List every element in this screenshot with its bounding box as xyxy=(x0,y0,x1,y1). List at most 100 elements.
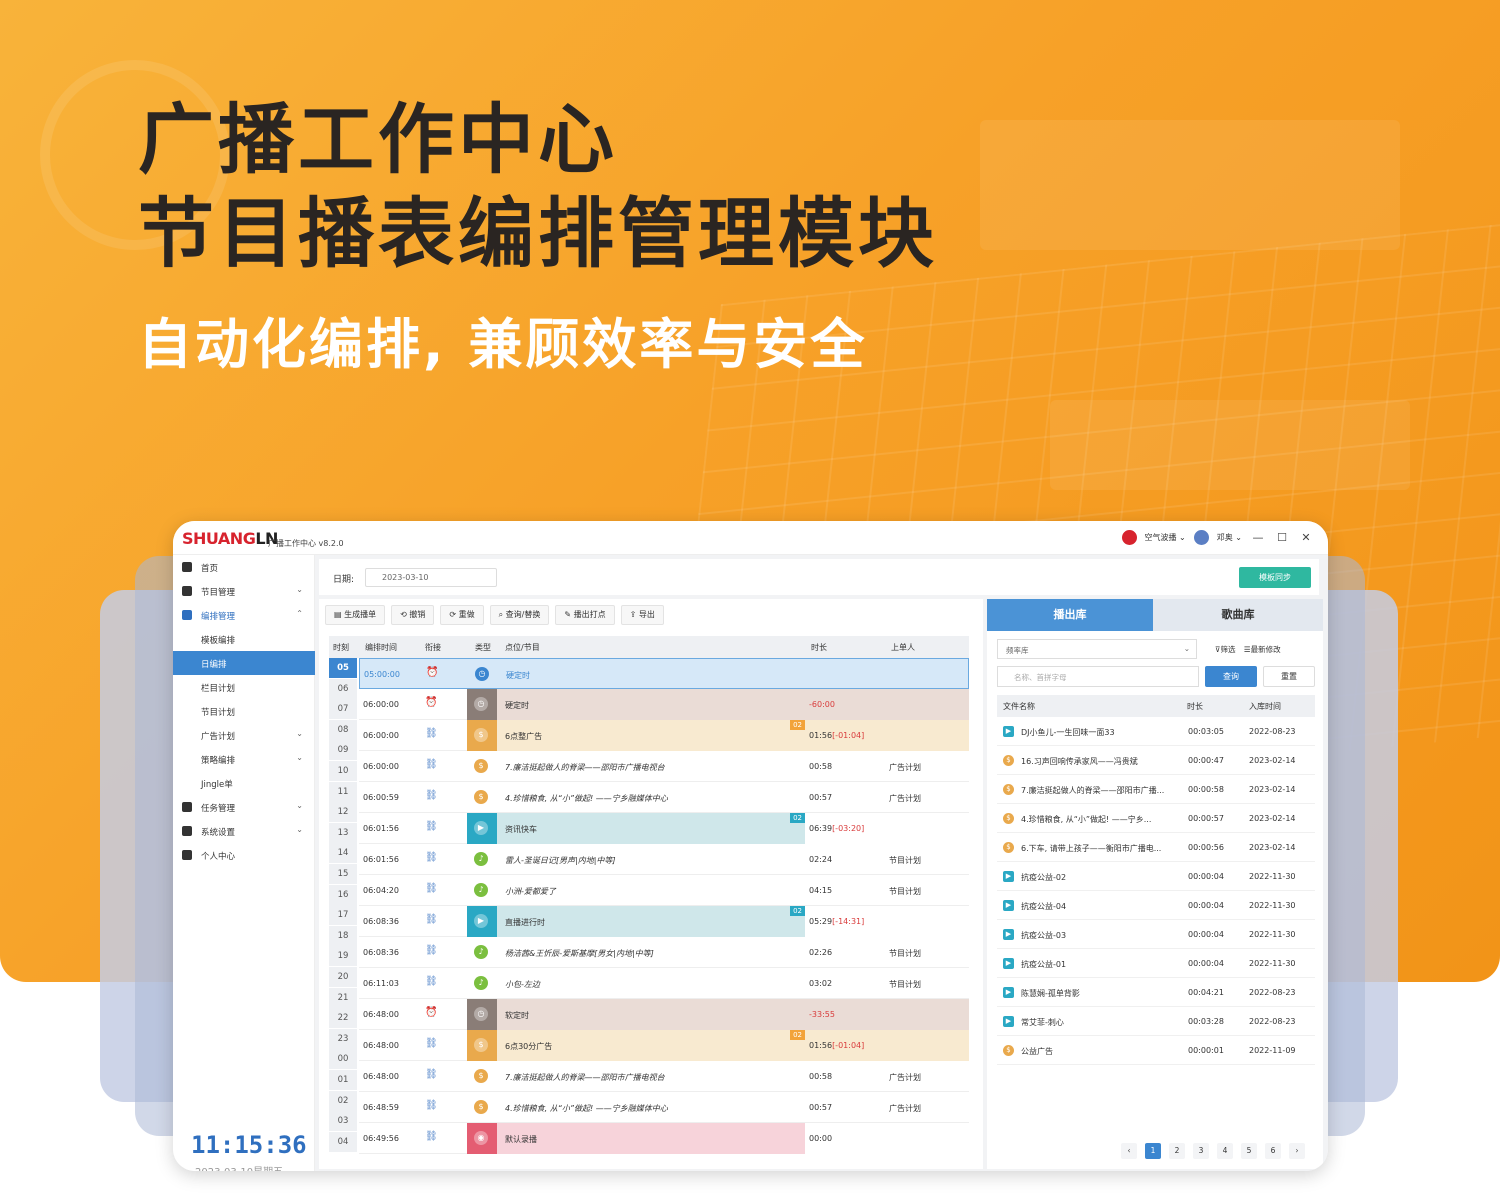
schedule-row[interactable]: 06:01:56 ⛓ ▶ 资讯快车 02 06:39[-03:20] xyxy=(359,813,969,844)
schedule-row[interactable]: 06:01:56 ⛓ ♪ 雷人-圣诞日记[男声|内地|中等] 02:24 节目计划 xyxy=(359,844,969,875)
close-button[interactable]: ✕ xyxy=(1298,531,1314,544)
sidebar-item[interactable]: 模板编排 xyxy=(173,627,315,651)
library-item[interactable]: ▶ DJ小鱼儿-一生回味一面33 00:03:05 2022-08-23 xyxy=(997,717,1315,746)
schedule-row[interactable]: 06:48:00 ⛓ $6点30分广告 02 01:56[-01:04] xyxy=(359,1030,969,1061)
library-search-input[interactable]: 名称、首拼字母 xyxy=(997,666,1199,687)
date-input[interactable]: 2023-03-10 xyxy=(365,568,497,587)
hour-cell[interactable]: 14 xyxy=(329,843,357,864)
maximize-button[interactable]: ☐ xyxy=(1274,531,1290,544)
schedule-row[interactable]: 06:49:56 ⛓ ◉ 默认录播 00:00 xyxy=(359,1123,969,1154)
library-item[interactable]: $ 公益广告 00:00:01 2022-11-09 xyxy=(997,1036,1315,1065)
hour-cell[interactable]: 23 xyxy=(329,1028,357,1049)
page-button[interactable]: 2 xyxy=(1169,1143,1185,1159)
library-item[interactable]: $4.珍惜粮食, 从“小”做起! ——宁乡... 00:00:57 2023-02-… xyxy=(997,804,1315,833)
schedule-row[interactable]: 06:48:00 ⏰ ◷ 软定时 -33:55 xyxy=(359,999,969,1030)
hour-cell[interactable]: 12 xyxy=(329,802,357,823)
hour-cell[interactable]: 08 xyxy=(329,719,357,740)
query-button[interactable]: 查询 xyxy=(1205,666,1257,687)
alarm-icon[interactable]: ⏰ xyxy=(426,667,438,679)
page-button[interactable]: 3 xyxy=(1193,1143,1209,1159)
sidebar-item[interactable]: 个人中心 xyxy=(173,843,315,867)
schedule-row[interactable]: 06:04:20 ⛓ ♪ 小洲-爱都爱了 04:15 节目计划 xyxy=(359,875,969,906)
latest-sort-button[interactable]: ☰最新修改 xyxy=(1244,645,1281,654)
library-item[interactable]: ▶ 常艾菲-刺心 00:03:28 2022-08-23 xyxy=(997,1007,1315,1036)
schedule-row[interactable]: 06:48:00 ⛓ $7.廉洁挺起做人的脊梁——邵阳市广播电视台 00:58 广告计划 xyxy=(359,1061,969,1092)
schedule-row[interactable]: 06:00:59 ⛓ $4.珍惜粮食, 从“小”做起! ——宁乡融媒体中心 00:57… xyxy=(359,782,969,813)
sidebar-item[interactable]: 栏目计划 xyxy=(173,675,315,699)
schedule-row[interactable]: 06:11:03 ⛓ ♪ 小包-左边 03:02 节目计划 xyxy=(359,968,969,999)
hour-cell[interactable]: 19 xyxy=(329,946,357,967)
user-menu[interactable]: 邓奥 ⌄ xyxy=(1217,532,1242,543)
hour-cell[interactable]: 17 xyxy=(329,905,357,926)
link-icon[interactable]: ⛓ xyxy=(425,914,438,926)
link-icon[interactable]: ⛓ xyxy=(425,1131,438,1143)
hour-cell[interactable]: 13 xyxy=(329,822,357,843)
hour-cell[interactable]: 03 xyxy=(329,1111,357,1132)
library-item[interactable]: ▶ 抗疫公益-02 00:00:04 2022-11-30 xyxy=(997,862,1315,891)
sidebar-item[interactable]: 编排管理 ⌃ xyxy=(173,603,315,627)
link-icon[interactable]: ⛓ xyxy=(425,1038,438,1050)
library-item[interactable]: ▶ 抗疫公益-04 00:00:04 2022-11-30 xyxy=(997,891,1315,920)
page-button[interactable]: › xyxy=(1289,1143,1305,1159)
link-icon[interactable]: ⛓ xyxy=(425,945,438,957)
library-item[interactable]: $6.下车, 请带上孩子——衡阳市广播电... 00:00:56 2023-02-1… xyxy=(997,833,1315,862)
toolbar-button[interactable]: ✎ 播出打点 xyxy=(555,605,615,625)
library-select[interactable]: 频率库 ⌄ xyxy=(997,639,1197,659)
hour-cell[interactable]: 09 xyxy=(329,740,357,761)
library-item[interactable]: ▶ 抗疫公益-01 00:00:04 2022-11-30 xyxy=(997,949,1315,978)
hour-cell[interactable]: 18 xyxy=(329,925,357,946)
page-button[interactable]: 6 xyxy=(1265,1143,1281,1159)
library-item[interactable]: $16.习声回响传承家风——冯贵斌 00:00:47 2023-02-14 xyxy=(997,746,1315,775)
minimize-button[interactable]: — xyxy=(1250,531,1266,544)
sidebar-item[interactable]: 节目计划 xyxy=(173,699,315,723)
schedule-row[interactable]: 06:00:00 ⛓ $6点整广告 02 01:56[-01:04] xyxy=(359,720,969,751)
hour-cell[interactable]: 00 xyxy=(329,1049,357,1070)
hour-cell[interactable]: 07 xyxy=(329,699,357,720)
hour-cell[interactable]: 21 xyxy=(329,987,357,1008)
link-icon[interactable]: ⛓ xyxy=(425,821,438,833)
sidebar-item[interactable]: 策略编排 ⌄ xyxy=(173,747,315,771)
link-icon[interactable]: ⛓ xyxy=(425,883,438,895)
link-icon[interactable]: ⛓ xyxy=(425,1069,438,1081)
schedule-row[interactable]: 05:00:00 ⏰ ◷ 硬定时 xyxy=(359,658,969,689)
library-item[interactable]: ▶ 陈慧娴-孤单背影 00:04:21 2022-08-23 xyxy=(997,978,1315,1007)
toolbar-button[interactable]: ⟳ 重做 xyxy=(440,605,484,625)
schedule-row[interactable]: 06:08:36 ⛓ ▶ 直播进行时 02 05:29[-14:31] xyxy=(359,906,969,937)
channel-select[interactable]: 空气波播 ⌄ xyxy=(1145,532,1186,543)
page-button[interactable]: 4 xyxy=(1217,1143,1233,1159)
schedule-row[interactable]: 06:00:00 ⛓ $7.廉洁挺起做人的脊梁——邵阳市广播电视台 00:58 广告计划 xyxy=(359,751,969,782)
hour-cell[interactable]: 06 xyxy=(329,678,357,699)
hour-cell[interactable]: 15 xyxy=(329,864,357,884)
sidebar-item[interactable]: 广告计划 ⌄ xyxy=(173,723,315,747)
sidebar-item[interactable]: 日编排 xyxy=(173,651,315,675)
schedule-row[interactable]: 06:08:36 ⛓ ♪ 杨洁茜&王忻辰-爱斯基摩[男女|内地|中等] 02:26 节目计… xyxy=(359,937,969,968)
hour-cell[interactable]: 22 xyxy=(329,1008,357,1029)
template-sync-button[interactable]: 模板同步 xyxy=(1239,567,1311,588)
filter-button[interactable]: ⊽筛选 xyxy=(1215,645,1236,654)
toolbar-button[interactable]: ⇪ 导出 xyxy=(620,605,664,625)
link-icon[interactable]: ⛓ xyxy=(425,728,438,740)
link-icon[interactable]: ⛓ xyxy=(425,1100,438,1112)
sidebar-item[interactable]: 首页 xyxy=(173,555,315,579)
toolbar-button[interactable]: ▤ 生成播单 xyxy=(325,605,386,625)
page-button[interactable]: 1 xyxy=(1145,1143,1161,1159)
hour-cell[interactable]: 01 xyxy=(329,1070,357,1090)
sidebar-item[interactable]: 系统设置 ⌄ xyxy=(173,819,315,843)
hour-cell[interactable]: 11 xyxy=(329,781,357,802)
hour-cell[interactable]: 05 xyxy=(329,658,357,678)
hour-cell[interactable]: 10 xyxy=(329,761,357,781)
library-item[interactable]: $7.廉洁挺起做人的脊梁——邵阳市广播... 00:00:58 2023-02-14 xyxy=(997,775,1315,804)
hour-cell[interactable]: 16 xyxy=(329,884,357,905)
page-button[interactable]: ‹ xyxy=(1121,1143,1137,1159)
hour-cell[interactable]: 02 xyxy=(329,1090,357,1111)
hour-cell[interactable]: 04 xyxy=(329,1131,357,1152)
reset-button[interactable]: 重置 xyxy=(1263,666,1315,687)
hour-cell[interactable]: 20 xyxy=(329,967,357,987)
sidebar-item[interactable]: 任务管理 ⌄ xyxy=(173,795,315,819)
tab-broadcast-library[interactable]: 播出库 xyxy=(987,599,1153,631)
schedule-row[interactable]: 06:48:59 ⛓ $4.珍惜粮食, 从“小”做起! ——宁乡融媒体中心 00:57… xyxy=(359,1092,969,1123)
library-item[interactable]: ▶ 抗疫公益-03 00:00:04 2022-11-30 xyxy=(997,920,1315,949)
page-button[interactable]: 5 xyxy=(1241,1143,1257,1159)
toolbar-button[interactable]: ⌕ 查询/替换 xyxy=(489,605,550,625)
link-icon[interactable]: ⛓ xyxy=(425,852,438,864)
